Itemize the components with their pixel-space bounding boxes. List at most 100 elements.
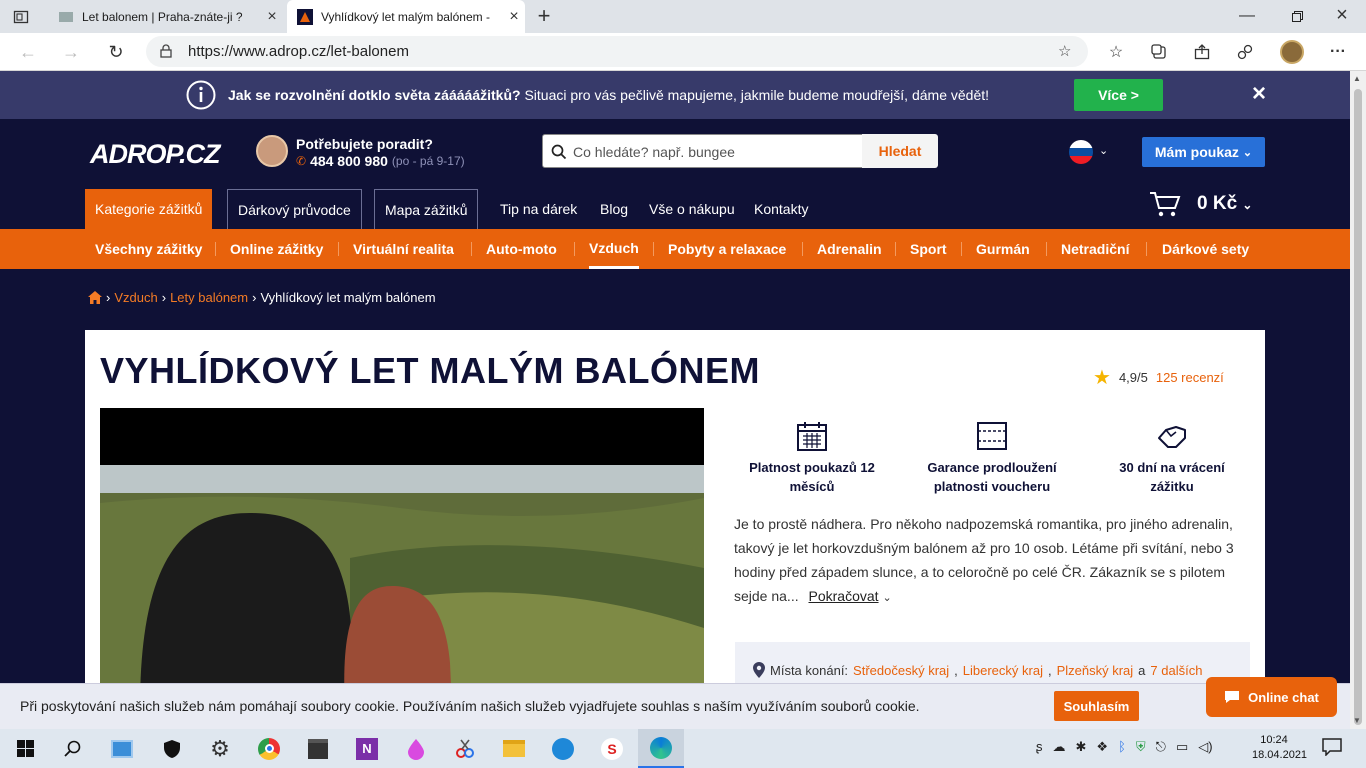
phone-number[interactable]: 484 800 980 bbox=[310, 153, 388, 169]
lock-icon bbox=[160, 44, 172, 58]
file-explorer-icon[interactable] bbox=[491, 729, 537, 768]
tab-actions-icon[interactable] bbox=[12, 8, 30, 26]
chrome-icon[interactable] bbox=[246, 729, 292, 768]
continue-link[interactable]: Pokračovat bbox=[809, 588, 879, 604]
chevron-right-icon: › bbox=[106, 290, 111, 305]
refresh-icon[interactable]: ↻ bbox=[105, 41, 127, 63]
nav-map[interactable]: Mapa zážitků bbox=[374, 189, 479, 229]
store-icon[interactable] bbox=[295, 729, 341, 768]
search-icon[interactable] bbox=[49, 729, 95, 768]
nav-gift-guide[interactable]: Dárkový průvodce bbox=[227, 189, 362, 229]
tab-close-icon[interactable]: × bbox=[503, 8, 525, 26]
windows-start-icon[interactable] bbox=[2, 729, 48, 768]
balloon-photo-image bbox=[100, 408, 704, 708]
breadcrumb: › Vzduch › Lety balónem › Vyhlídkový let… bbox=[88, 290, 436, 305]
product-photo[interactable] bbox=[100, 408, 704, 708]
tray-security-icon[interactable]: ⛨ bbox=[1136, 739, 1146, 755]
tray-app-icon[interactable]: ʂ bbox=[1036, 739, 1043, 755]
nav-blog[interactable]: Blog bbox=[590, 189, 638, 229]
url-field[interactable]: https://www.adrop.cz/let-balonem ☆ bbox=[146, 36, 1088, 67]
tab-praha[interactable]: Let balonem | Praha-znáte-ji ? × bbox=[48, 0, 283, 33]
cat-vr[interactable]: Virtuální realita bbox=[353, 229, 454, 269]
app-blue-icon[interactable] bbox=[540, 729, 586, 768]
settings-gear-icon[interactable]: ⚙ bbox=[197, 729, 243, 768]
help-title: Potřebujete poradit? bbox=[296, 136, 433, 152]
snipping-tool-icon[interactable] bbox=[442, 729, 488, 768]
search-button[interactable]: Hledat bbox=[862, 134, 938, 168]
voucher-button[interactable]: Mám poukaz ⌄ bbox=[1142, 137, 1265, 167]
slovak-flag-icon[interactable] bbox=[1069, 140, 1093, 164]
cat-gourmet[interactable]: Gurmán bbox=[976, 229, 1030, 269]
cat-air[interactable]: Vzduch bbox=[589, 229, 639, 269]
more-button[interactable]: Více > bbox=[1074, 79, 1163, 111]
cat-unusual[interactable]: Netradiční bbox=[1061, 229, 1129, 269]
place-link[interactable]: Plzeňský kraj bbox=[1057, 663, 1134, 678]
cat-online[interactable]: Online zážitky bbox=[230, 229, 323, 269]
scroll-down-icon[interactable]: ▼ bbox=[1353, 716, 1361, 725]
chevron-right-icon: › bbox=[161, 290, 167, 305]
extensions-icon[interactable] bbox=[1233, 40, 1257, 64]
cat-sport[interactable]: Sport bbox=[910, 229, 947, 269]
cat-gift-sets[interactable]: Dárkové sety bbox=[1162, 229, 1249, 269]
tab-title: Let balonem | Praha-znáte-ji ? bbox=[82, 9, 243, 24]
notifications-icon[interactable] bbox=[1322, 738, 1344, 758]
scroll-up-icon[interactable]: ▲ bbox=[1353, 74, 1361, 83]
breadcrumb-air[interactable]: Vzduch bbox=[114, 290, 157, 305]
search-input[interactable]: Co hledáte? např. bungee bbox=[542, 134, 863, 168]
taskbar-clock[interactable]: 10:24 18.04.2021 bbox=[1252, 733, 1307, 763]
info-text: Jak se rozvolnění dotklo světa zááááážit… bbox=[228, 87, 989, 103]
nav-categories[interactable]: Kategorie zážitků bbox=[85, 189, 213, 229]
security-shield-icon[interactable] bbox=[149, 729, 195, 768]
back-icon[interactable]: ← bbox=[17, 41, 39, 63]
cat-adrenaline[interactable]: Adrenalin bbox=[817, 229, 882, 269]
favorites-icon[interactable]: ☆ bbox=[1104, 40, 1128, 64]
home-icon[interactable] bbox=[88, 291, 102, 304]
volume-icon[interactable]: ◁) bbox=[1198, 739, 1212, 755]
edge-icon[interactable] bbox=[638, 729, 684, 768]
adrop-logo[interactable]: ADROP.CZ bbox=[90, 139, 221, 170]
onedrive-icon[interactable]: ☁ bbox=[1053, 739, 1066, 755]
reviews-link[interactable]: 125 recenzí bbox=[1156, 370, 1224, 385]
collections-icon[interactable] bbox=[1147, 40, 1171, 64]
tray-dropbox-icon[interactable]: ❖ bbox=[1096, 739, 1108, 755]
cat-stays[interactable]: Pobyty a relaxace bbox=[668, 229, 786, 269]
share-icon[interactable] bbox=[1190, 40, 1214, 64]
tray-remote-icon[interactable]: ⎋ bbox=[1156, 739, 1166, 755]
cat-auto-moto[interactable]: Auto-moto bbox=[486, 229, 557, 269]
places-more-link[interactable]: 7 dalších bbox=[1150, 663, 1202, 678]
control-panel-icon[interactable] bbox=[99, 729, 145, 768]
info-rest: Situaci pro vás pečlivě mapujeme, jakmil… bbox=[520, 87, 990, 103]
network-icon[interactable]: ▭ bbox=[1176, 739, 1188, 755]
cart-total[interactable]: 0 Kč ⌄ bbox=[1197, 193, 1252, 215]
new-tab-icon[interactable]: + bbox=[533, 3, 555, 28]
online-chat-button[interactable]: Online chat bbox=[1206, 677, 1337, 717]
cart-icon[interactable] bbox=[1148, 190, 1182, 218]
tab-close-icon[interactable]: × bbox=[261, 8, 283, 26]
tray-bug-icon[interactable]: ✱ bbox=[1076, 739, 1087, 755]
add-favorite-icon[interactable]: ☆ bbox=[1058, 42, 1071, 60]
accept-cookies-button[interactable]: Souhlasím bbox=[1054, 691, 1139, 721]
scrollbar-thumb[interactable] bbox=[1354, 89, 1362, 725]
cat-all[interactable]: Všechny zážitky bbox=[95, 229, 202, 269]
bluetooth-icon[interactable]: ᛒ bbox=[1118, 739, 1126, 755]
place-link[interactable]: Liberecký kraj bbox=[963, 663, 1043, 678]
paint-drop-icon[interactable] bbox=[393, 729, 439, 768]
tab-adrop[interactable]: Vyhlídkový let malým balónem - × bbox=[287, 0, 525, 33]
minimize-icon[interactable]: — bbox=[1237, 6, 1257, 26]
nav-purchase-info[interactable]: Vše o nákupu bbox=[639, 189, 745, 229]
close-banner-icon[interactable]: × bbox=[1248, 80, 1270, 107]
place-link[interactable]: Středočeský kraj bbox=[853, 663, 949, 678]
breadcrumb-balloon-flights[interactable]: Lety balónem bbox=[170, 290, 248, 305]
nav-gift-tip[interactable]: Tip na dárek bbox=[490, 189, 587, 229]
forward-icon[interactable]: → bbox=[60, 41, 82, 63]
voucher-label: Mám poukaz bbox=[1154, 144, 1239, 160]
close-window-icon[interactable]: × bbox=[1332, 4, 1352, 26]
chevron-down-icon[interactable]: ⌄ bbox=[1099, 144, 1108, 157]
page-title: VYHLÍDKOVÝ LET MALÝM BALÓNEM bbox=[100, 350, 760, 391]
app-red-s-icon[interactable]: S bbox=[589, 729, 635, 768]
restore-icon[interactable] bbox=[1287, 6, 1307, 26]
more-menu-icon[interactable]: ··· bbox=[1326, 40, 1350, 64]
onenote-icon[interactable]: N bbox=[344, 729, 390, 768]
profile-avatar[interactable] bbox=[1280, 40, 1304, 64]
nav-contacts[interactable]: Kontakty bbox=[744, 189, 818, 229]
